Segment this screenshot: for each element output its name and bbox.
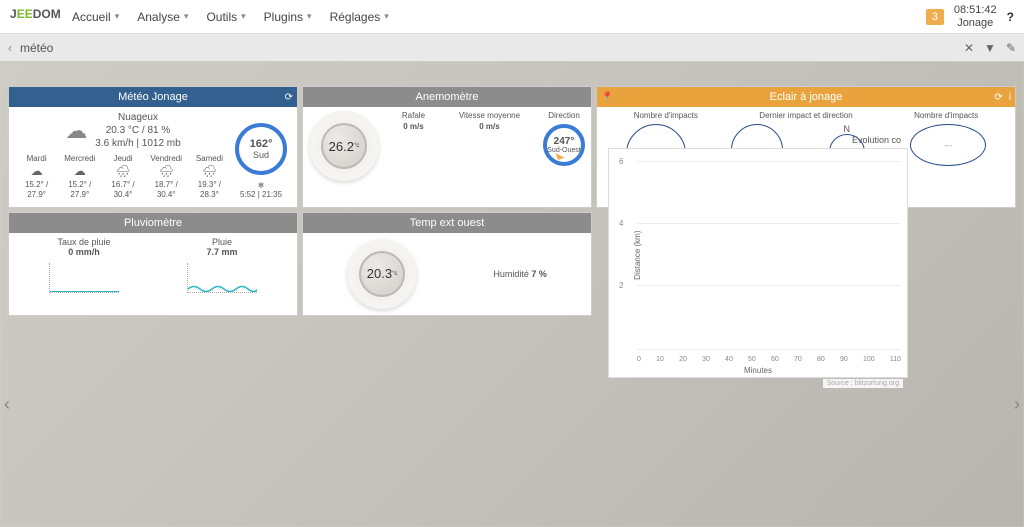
- impacts-ellipse: ---: [910, 124, 986, 166]
- pin-icon[interactable]: 📍: [601, 92, 613, 103]
- gauge-temp-ext: 20.3°c: [347, 239, 417, 309]
- chart-evolution: Evolution co Distance (km) 6 4 2 0102030…: [608, 148, 908, 378]
- menu-outils[interactable]: Outils: [206, 10, 245, 24]
- card-header-anemo: Anemomètre: [303, 87, 591, 107]
- filter-icon[interactable]: ▼: [984, 41, 996, 55]
- menu-reglages[interactable]: Réglages: [330, 10, 389, 24]
- edit-icon[interactable]: ✎: [1006, 41, 1016, 55]
- menu-accueil[interactable]: Accueil: [72, 10, 119, 24]
- clock: 08:51:42 Jonage: [954, 4, 997, 28]
- card-header-meteo: Météo Jonage ⟳: [9, 87, 297, 107]
- card-anemometre: Anemomètre 26.2°c Rafale0 m/s Vitesse mo…: [302, 86, 592, 208]
- notif-badge[interactable]: 3: [926, 9, 944, 25]
- search-input[interactable]: météo: [20, 41, 964, 55]
- spark-rate: [49, 263, 119, 293]
- cloud-icon: ☁: [65, 118, 87, 144]
- search-bar: ‹ météo ✕ ▼ ✎: [0, 34, 1024, 62]
- logo: JEEDOM: [10, 7, 62, 27]
- card-header-eclair: 📍 Eclair à jonage ⟳i: [597, 87, 1015, 107]
- snow-icon: ❄: [231, 181, 291, 190]
- info-icon[interactable]: i: [1009, 92, 1011, 103]
- forecast-row: Mardi☁15.2° / 27.9° Mercredi☁15.2° / 27.…: [15, 154, 231, 201]
- wind-compass: 162° Sud: [235, 123, 287, 175]
- refresh-icon[interactable]: ⟳: [994, 92, 1002, 103]
- clear-icon[interactable]: ✕: [964, 41, 974, 55]
- card-meteo: Météo Jonage ⟳ ☁ Nuageux 20.3 °C / 81 % …: [8, 86, 298, 208]
- gauge-anemo: 26.2°c: [309, 111, 379, 181]
- help-icon[interactable]: ?: [1007, 10, 1014, 24]
- direction-compass: 247° Sud-Ouest: [543, 124, 585, 166]
- chevron-left-icon[interactable]: ‹: [8, 41, 12, 55]
- menu-analyse[interactable]: Analyse: [137, 10, 188, 24]
- chevron-right-icon[interactable]: ›: [1014, 394, 1020, 415]
- spark-total: [187, 263, 257, 293]
- card-pluviometre: Pluviomètre Taux de pluie 0 mm/h Pluie 7…: [8, 212, 298, 316]
- menu-plugins[interactable]: Plugins: [264, 10, 312, 24]
- main-menu: Accueil Analyse Outils Plugins Réglages: [72, 10, 389, 24]
- card-temp-ext: Temp ext ouest 20.3°c Humidité 7 %: [302, 212, 592, 316]
- refresh-icon[interactable]: ⟳: [285, 92, 293, 103]
- top-bar: JEEDOM Accueil Analyse Outils Plugins Ré…: [0, 0, 1024, 34]
- chevron-left-icon[interactable]: ‹: [4, 394, 10, 415]
